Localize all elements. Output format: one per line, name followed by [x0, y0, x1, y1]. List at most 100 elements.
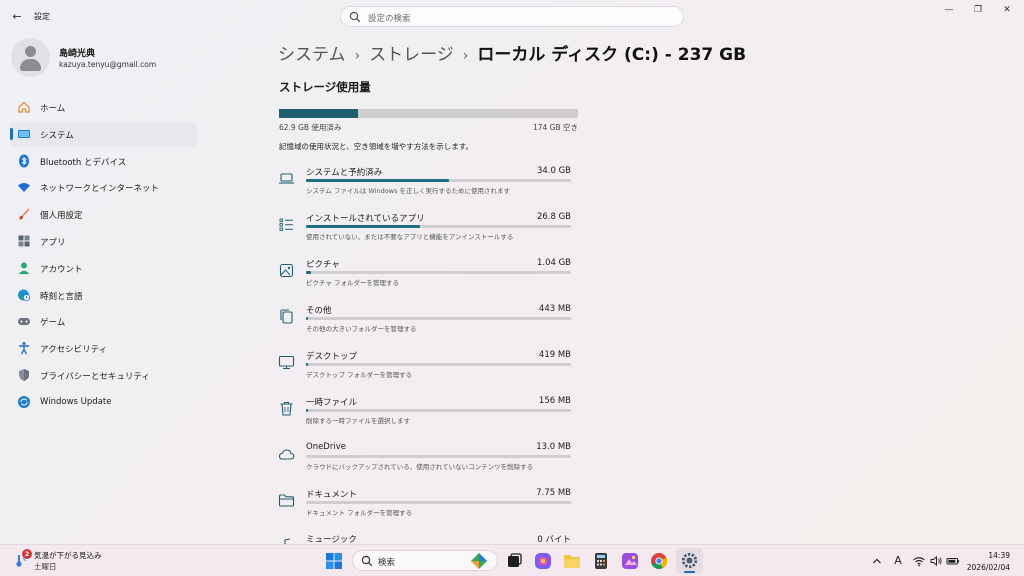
- desktop-icon: [278, 355, 295, 370]
- task-view-icon[interactable]: [503, 550, 525, 572]
- page-title: ローカル ディスク (C:) - 237 GB: [477, 45, 747, 65]
- widgets-icon[interactable]: [469, 551, 489, 571]
- breadcrumb-separator: ›: [354, 48, 361, 64]
- file-explorer-icon[interactable]: [561, 550, 583, 572]
- category-system-reserved[interactable]: システムと予約済み 34.0 GB システム ファイルは Windows を正し…: [277, 166, 577, 210]
- category-subtitle: 削除する一時ファイルを選択します: [306, 417, 410, 425]
- category-music[interactable]: ミュージック 0 バイト: [277, 533, 577, 544]
- category-size: 156 MB: [538, 396, 571, 406]
- weather-text[interactable]: 気温が下がる見込み: [34, 550, 102, 561]
- sidebar-nav: ホーム システム Bluetooth とデバイス ネットワークとインターネット …: [10, 95, 197, 417]
- category-bar-fill: [306, 179, 450, 182]
- sidebar-item-system[interactable]: システム: [10, 121, 197, 146]
- clock-date[interactable]: 2026/02/04: [960, 563, 1010, 572]
- category-onedrive[interactable]: OneDrive 13.0 MB クラウドにバックアップされている、使用されてい…: [277, 442, 577, 486]
- category-pictures[interactable]: ピクチャ 1.04 GB ピクチャ フォルダーを管理する: [277, 258, 577, 302]
- volume-icon[interactable]: [929, 554, 943, 568]
- sidebar-item-label: 個人用設定: [40, 211, 83, 222]
- settings-search-input[interactable]: 設定の検索: [340, 6, 684, 27]
- shield-icon: [19, 368, 29, 381]
- sidebar-item-windows-update[interactable]: Windows Update: [10, 390, 197, 414]
- sidebar-item-label: システム: [40, 130, 74, 141]
- storage-description: 記憶域の使用状況と、空き領域を増やす方法を示します。: [279, 142, 473, 151]
- copilot-icon[interactable]: [532, 550, 554, 572]
- bluetooth-icon: [19, 154, 29, 168]
- apps-list-icon: [279, 218, 293, 231]
- sidebar-item-apps[interactable]: アプリ: [10, 229, 197, 253]
- category-name: デスクトップ: [306, 352, 358, 362]
- category-installed-apps[interactable]: インストールされているアプリ 26.8 GB 使用されていない、または不要なアプ…: [277, 212, 577, 256]
- breadcrumb: システム › ストレージ › ローカル ディスク (C:) - 237 GB: [278, 40, 746, 65]
- weather-day: 土曜日: [34, 562, 57, 571]
- close-button[interactable]: ✕: [995, 2, 1019, 18]
- search-icon: [361, 555, 373, 567]
- used-space-label: 62.9 GB 使用済み: [279, 123, 342, 132]
- category-bar: [306, 363, 571, 366]
- back-arrow-icon[interactable]: ←: [10, 10, 24, 24]
- sidebar-item-accessibility[interactable]: アクセシビリティ: [10, 336, 197, 360]
- update-icon: [18, 395, 30, 408]
- sidebar-item-label: ホーム: [40, 104, 66, 114]
- sidebar-item-gaming[interactable]: ゲーム: [10, 309, 197, 333]
- category-name: ミュージック: [306, 535, 357, 544]
- picture-icon: [279, 263, 294, 278]
- apps-icon: [18, 235, 30, 247]
- sidebar-item-label: プライバシーとセキュリティ: [40, 371, 150, 382]
- settings-taskbar-button[interactable]: [676, 548, 703, 574]
- sidebar-item-label: アプリ: [40, 237, 66, 248]
- wifi-tray-icon[interactable]: [912, 554, 926, 568]
- category-bar: [306, 271, 571, 274]
- sidebar-item-label: アカウント: [40, 264, 83, 275]
- avatar-body: [20, 59, 41, 71]
- sidebar-item-accounts[interactable]: アカウント: [10, 256, 197, 280]
- sidebar-item-label: Bluetooth とデバイス: [40, 157, 127, 168]
- battery-icon[interactable]: [946, 554, 960, 568]
- gamepad-icon: [18, 318, 30, 326]
- category-size: 34.0 GB: [536, 166, 571, 176]
- other-files-icon: [280, 309, 293, 324]
- sidebar-item-label: 時刻と言語: [40, 291, 83, 302]
- sidebar-item-time-language[interactable]: 時刻と言語: [10, 283, 197, 307]
- chrome-icon[interactable]: [648, 550, 670, 572]
- category-name: その他: [306, 306, 332, 316]
- maximize-button[interactable]: ❐: [966, 2, 990, 18]
- category-bar: [306, 455, 571, 458]
- category-other[interactable]: その他 443 MB その他の大きいフォルダーを管理する: [277, 304, 577, 348]
- sidebar-item-privacy[interactable]: プライバシーとセキュリティ: [10, 363, 197, 387]
- cloud-icon: [278, 449, 295, 460]
- category-subtitle: システム ファイルは Windows を正しく実行するために使用されます: [306, 187, 511, 195]
- category-bar: [306, 409, 571, 412]
- ime-mode-icon[interactable]: A: [891, 554, 905, 568]
- breadcrumb-storage[interactable]: ストレージ: [369, 45, 454, 65]
- search-placeholder: 設定の検索: [368, 14, 411, 24]
- trash-icon: [280, 401, 293, 416]
- start-icon[interactable]: [323, 550, 345, 572]
- sidebar-item-personalization[interactable]: 個人用設定: [10, 202, 197, 226]
- category-subtitle: デスクトップ フォルダーを管理する: [306, 371, 413, 379]
- category-size: 26.8 GB: [536, 212, 571, 222]
- sidebar-item-bluetooth[interactable]: Bluetooth とデバイス: [10, 149, 197, 173]
- total-usage-fill: [279, 109, 359, 118]
- clock-time[interactable]: 14:39: [960, 551, 1010, 560]
- accessibility-icon: [19, 342, 29, 355]
- minimize-button[interactable]: —: [937, 2, 961, 18]
- calculator-icon[interactable]: [590, 550, 612, 572]
- breadcrumb-system[interactable]: システム: [278, 45, 346, 65]
- category-name: ドキュメント: [306, 490, 358, 500]
- home-icon: [18, 101, 30, 113]
- sidebar-item-home[interactable]: ホーム: [10, 95, 197, 119]
- category-temp-files[interactable]: 一時ファイル 156 MB 削除する一時ファイルを選択します: [277, 396, 577, 440]
- avatar[interactable]: [11, 38, 50, 77]
- category-documents[interactable]: ドキュメント 7.75 MB ドキュメント フォルダーを管理する: [277, 488, 577, 532]
- sidebar-item-network[interactable]: ネットワークとインターネット: [10, 175, 197, 199]
- category-bar-fill: [306, 363, 308, 366]
- show-hidden-icons-icon[interactable]: [870, 554, 884, 568]
- category-name: ピクチャ: [306, 260, 340, 270]
- category-size: 13.0 MB: [536, 442, 571, 452]
- photos-app-icon[interactable]: [619, 550, 641, 572]
- category-subtitle: その他の大きいフォルダーを管理する: [306, 325, 417, 333]
- category-size: 0 バイト: [537, 535, 571, 544]
- taskbar: 2 気温が下がる見込み 土曜日 検索 A 14:39 2026/02/04: [0, 544, 1024, 576]
- search-icon: [349, 11, 361, 23]
- category-desktop[interactable]: デスクトップ 419 MB デスクトップ フォルダーを管理する: [277, 350, 577, 394]
